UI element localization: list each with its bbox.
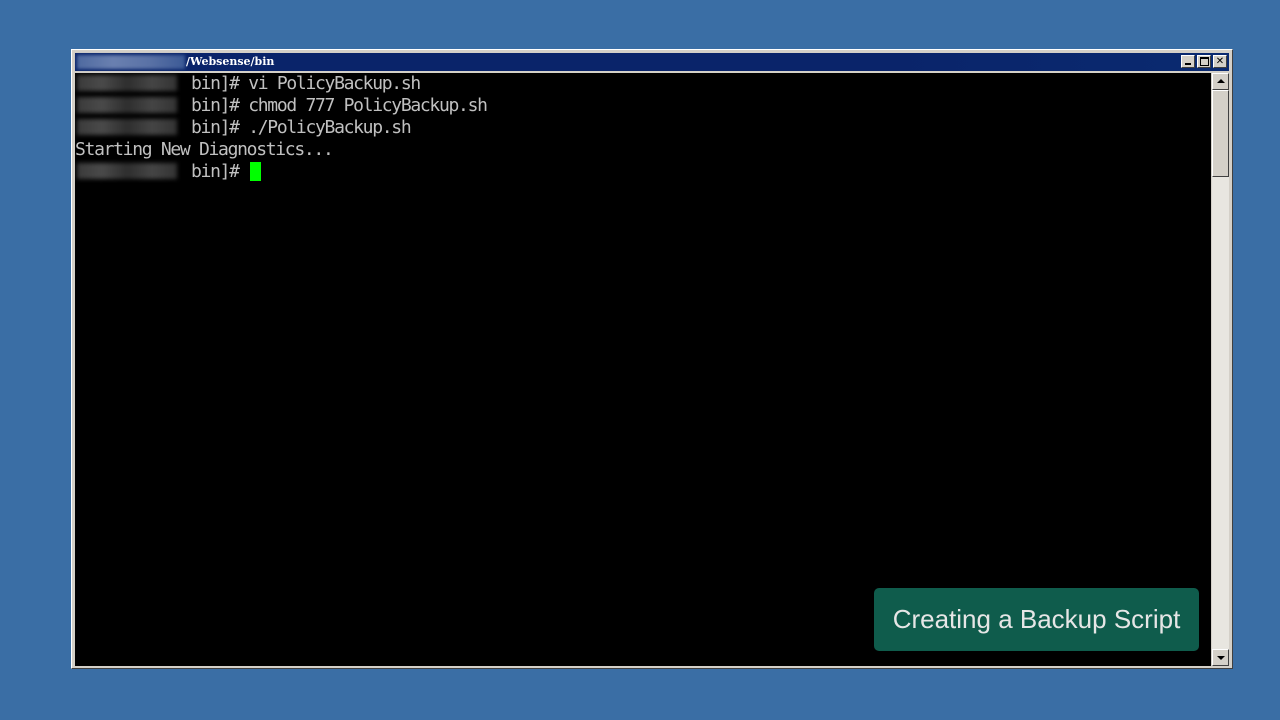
redacted-host: [77, 163, 177, 179]
redacted-host: [77, 97, 177, 113]
prompt: bin]#: [191, 161, 240, 182]
output-text: Starting New Diagnostics...: [75, 139, 334, 160]
terminal-area[interactable]: bin]# vi PolicyBackup.sh bin]# chmod 777…: [75, 73, 1211, 666]
terminal-window: /Websense/bin ✕ bin]# vi PolicyBackup.sh…: [71, 49, 1233, 669]
scroll-up-button[interactable]: [1212, 73, 1229, 90]
caption-banner: Creating a Backup Script: [874, 588, 1199, 651]
terminal-line: bin]# ./PolicyBackup.sh: [77, 117, 412, 139]
redacted-hostname: [77, 55, 185, 69]
scroll-down-button[interactable]: [1212, 649, 1229, 666]
command-text: vi PolicyBackup.sh: [248, 73, 421, 94]
window-controls: ✕: [1181, 55, 1227, 68]
window-title: /Websense/bin: [186, 55, 275, 68]
command-text: chmod 777 PolicyBackup.sh: [248, 95, 488, 116]
redacted-host: [77, 75, 177, 91]
terminal-output-line: Starting New Diagnostics...: [75, 139, 334, 161]
prompt: bin]#: [191, 117, 240, 138]
prompt: bin]#: [191, 73, 240, 94]
vertical-scrollbar[interactable]: [1212, 73, 1229, 666]
terminal-line: bin]#: [77, 161, 262, 183]
maximize-button[interactable]: [1197, 55, 1211, 68]
minimize-button[interactable]: [1181, 55, 1195, 68]
terminal-line: bin]# chmod 777 PolicyBackup.sh: [77, 95, 488, 117]
title-bar[interactable]: /Websense/bin ✕: [75, 53, 1229, 71]
scroll-thumb[interactable]: [1212, 90, 1229, 177]
command-text: ./PolicyBackup.sh: [248, 117, 411, 138]
terminal-line: bin]# vi PolicyBackup.sh: [77, 73, 421, 95]
terminal-cursor: [250, 162, 262, 181]
close-icon: ✕: [1215, 56, 1225, 67]
redacted-host: [77, 119, 177, 135]
close-button[interactable]: ✕: [1213, 55, 1227, 68]
prompt: bin]#: [191, 95, 240, 116]
